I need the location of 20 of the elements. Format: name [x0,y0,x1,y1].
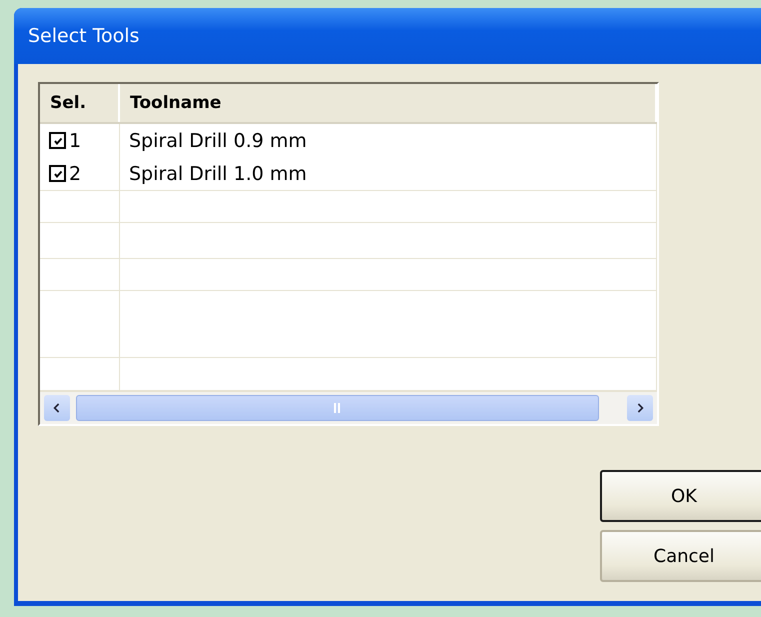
checkbox[interactable] [49,165,66,182]
grip-icon [333,402,342,414]
window-title: Select Tools [28,25,140,47]
tool-name: Spiral Drill 1.0 mm [129,162,307,184]
row-number: 1 [69,130,82,152]
scroll-right-button[interactable] [627,395,653,421]
chevron-right-icon [636,403,644,413]
cancel-button[interactable]: Cancel [600,530,761,582]
scroll-left-button[interactable] [44,395,70,421]
column-header[interactable]: Toolname [120,84,657,122]
tool-name: Spiral Drill 0.9 mm [129,130,307,152]
chevron-left-icon [52,403,61,413]
check-icon [52,168,62,178]
ok-button[interactable]: OK [600,470,761,522]
horizontal-scrollbar[interactable] [40,391,657,424]
row-number: 2 [69,162,82,184]
column-header[interactable]: Sel. [40,84,120,122]
checkbox[interactable] [49,132,66,149]
scroll-thumb[interactable] [76,395,600,421]
check-icon [52,136,62,146]
